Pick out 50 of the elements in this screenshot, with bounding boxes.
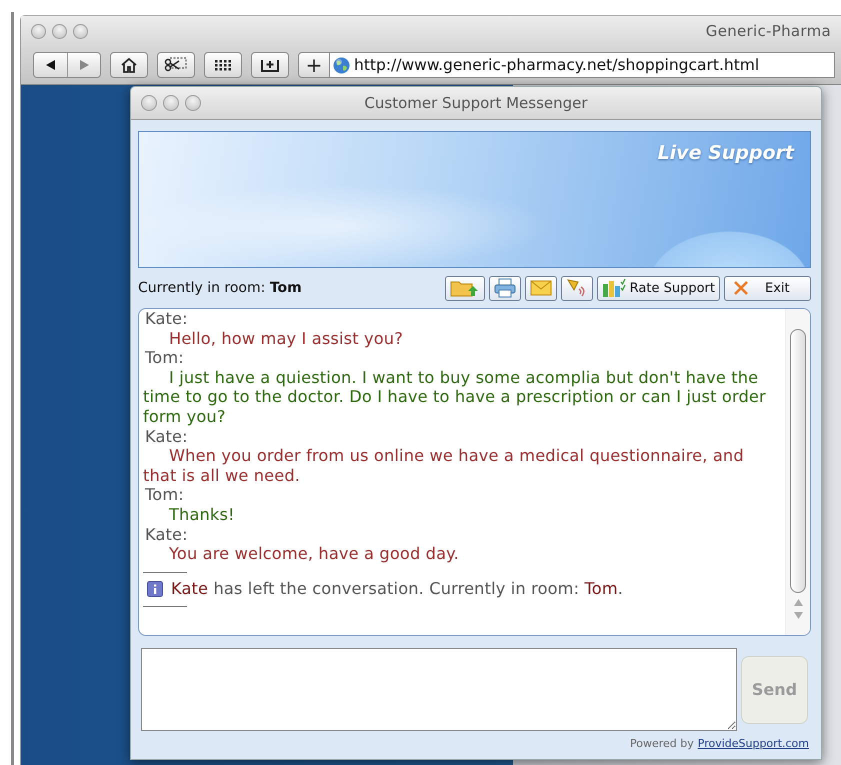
message-text: When you order from us online we have a medical questionnaire, and that is all we need. [143, 446, 745, 486]
forward-arrow-icon [80, 60, 88, 70]
grid-icon [214, 59, 232, 71]
message-text: I just have a quiestion. I want to buy some acomplia but don't have the time to go to the doctor. Do I have to have a prescription or can I just order form you? [143, 368, 767, 427]
message-text: You are welcome, have a good day. [168, 544, 460, 564]
sender-name: Kate: [145, 426, 189, 446]
banner-title: Live Support [658, 142, 794, 164]
tray-plus-icon [260, 57, 280, 73]
system-message: Kate has left the conversation. Currently in room: Tom. [171, 578, 624, 598]
address-field[interactable]: http://www.generic-pharmacy.net/shoppingcart.html [350, 52, 835, 78]
message-text: Hello, how may I assist you? [168, 328, 404, 348]
print-button[interactable] [488, 276, 521, 300]
window-title: Customer Support Messenger [364, 94, 588, 112]
window-title: Generic-Pharma [706, 22, 831, 40]
message-text: Thanks! [168, 504, 236, 525]
sender-name: Kate: [145, 309, 189, 329]
message-input[interactable] [141, 648, 737, 731]
add-button[interactable]: + [298, 52, 330, 78]
sound-button[interactable] [560, 276, 593, 300]
back-arrow-icon [46, 60, 55, 70]
close-icon [733, 280, 749, 296]
sender-name: Tom: [145, 485, 185, 505]
window-button[interactable] [31, 24, 46, 38]
info-icon [147, 580, 163, 597]
powered-by-label: Powered by [630, 736, 694, 750]
email-transcript-button[interactable] [524, 276, 557, 300]
exit-button[interactable]: Exit [724, 276, 811, 300]
clip-button[interactable] [157, 52, 195, 78]
window-button[interactable] [163, 95, 179, 111]
home-icon [120, 57, 138, 73]
provider-link[interactable]: ProvideSupport.com [698, 736, 809, 750]
scissors-icon [164, 57, 188, 73]
scroll-down-icon[interactable] [794, 612, 802, 619]
rate-support-button[interactable]: Rate Support [596, 276, 720, 300]
add-bookmark-button[interactable] [251, 52, 289, 78]
window-button[interactable] [73, 24, 88, 38]
top-sites-button[interactable] [204, 52, 242, 78]
home-button[interactable] [110, 52, 148, 78]
sender-name: Tom: [145, 348, 185, 368]
window-button[interactable] [141, 95, 157, 111]
window-button[interactable] [185, 95, 201, 111]
scroll-up-icon[interactable] [794, 599, 802, 606]
window-button[interactable] [52, 24, 67, 38]
envelope-icon [530, 280, 552, 296]
send-file-button[interactable] [444, 276, 485, 300]
sender-name: Kate: [145, 524, 189, 544]
printer-icon [494, 278, 516, 298]
bar-chart-icon [602, 278, 626, 298]
room-status: Currently in room: Tom [138, 280, 302, 296]
scrollbar[interactable] [785, 309, 810, 635]
